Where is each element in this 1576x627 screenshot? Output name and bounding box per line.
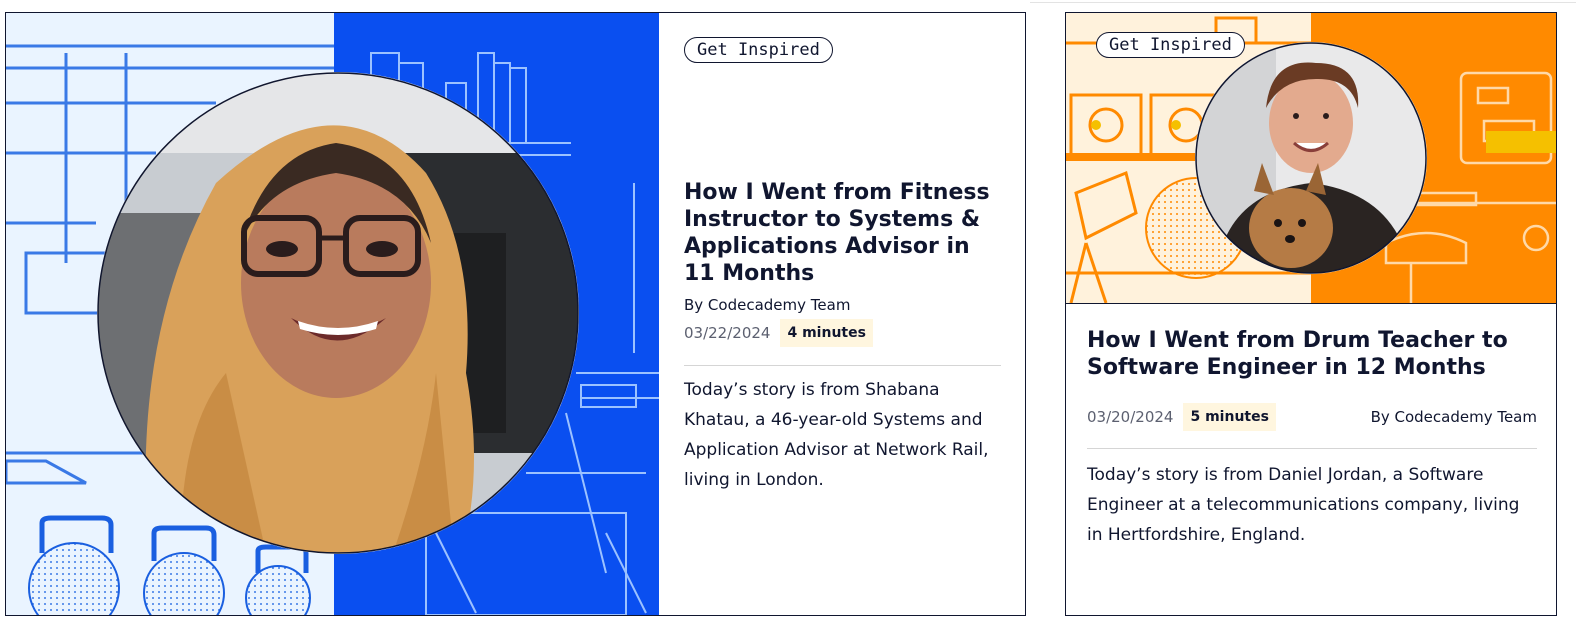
article-description: Today’s story is from Daniel Jordan, a S…	[1087, 465, 1520, 545]
meta-divider	[684, 365, 1001, 366]
read-time-badge: 5 minutes	[1183, 403, 1276, 431]
publish-date: 03/20/2024	[1087, 408, 1174, 426]
article-illustration	[6, 13, 659, 615]
article-title[interactable]: How I Went from Drum Teacher to Software…	[1087, 327, 1527, 381]
article-author: By Codecademy Team	[684, 296, 851, 314]
article-author: By Codecademy Team	[1370, 408, 1537, 426]
category-tag[interactable]: Get Inspired	[1096, 32, 1245, 58]
meta-divider	[1087, 448, 1537, 449]
top-divider	[1030, 2, 1576, 3]
article-meta-row: 03/22/2024 4 minutes	[684, 319, 873, 347]
category-tag[interactable]: Get Inspired	[684, 37, 833, 63]
article-description: Today’s story is from Shabana Khatau, a …	[684, 380, 989, 490]
article-card-drum-teacher[interactable]: Get Inspired How I Went from Drum Teache…	[1065, 12, 1557, 616]
workspace-illustration	[6, 13, 659, 615]
publish-date: 03/22/2024	[684, 324, 771, 342]
article-title[interactable]: How I Went from Fitness Instructor to Sy…	[684, 179, 1002, 287]
article-card-fitness-instructor[interactable]: Get Inspired How I Went from Fitness Ins…	[5, 12, 1026, 616]
article-meta-row: 03/20/2024 5 minutes By Codecademy Team	[1087, 403, 1537, 431]
read-time-badge: 4 minutes	[780, 319, 873, 347]
